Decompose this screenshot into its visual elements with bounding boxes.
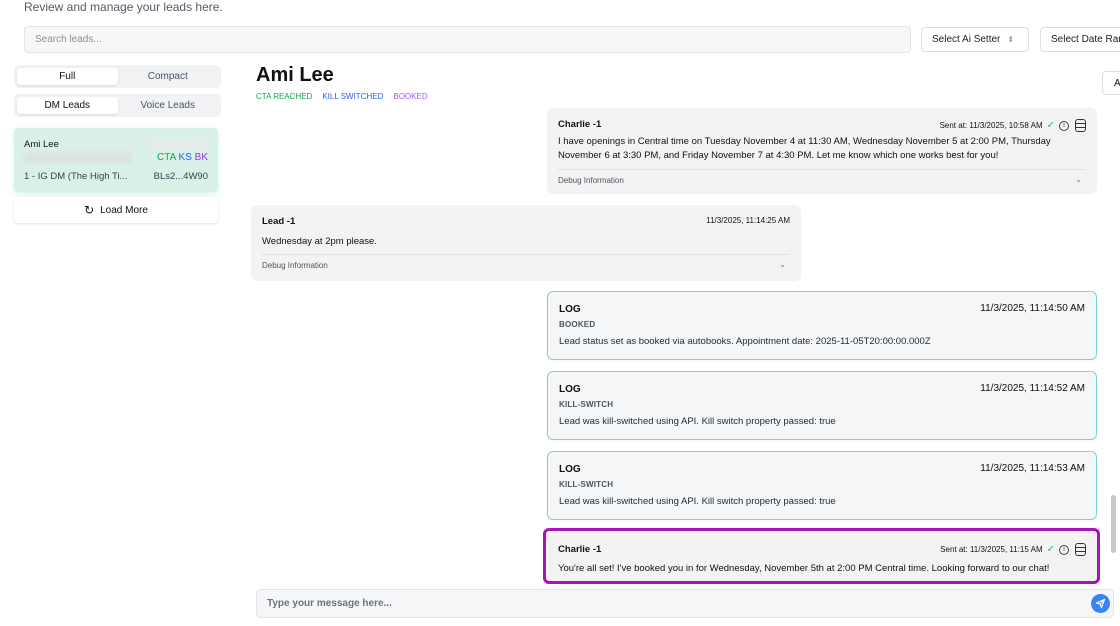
check-icon: ✓ <box>1046 544 1055 555</box>
log-text: Lead was kill-switched using API. Kill s… <box>559 496 836 507</box>
date-range-select[interactable]: Select Date Ran <box>1040 27 1120 52</box>
tag-bk: BK <box>194 152 208 163</box>
message-input[interactable] <box>256 589 1114 618</box>
log-title: LOG <box>559 384 581 395</box>
info-icon[interactable]: i <box>1059 544 1069 555</box>
lead-name: Ami Lee <box>24 139 59 150</box>
log-entry: LOG 11/3/2025, 11:14:50 AM BOOKED Lead s… <box>547 291 1097 360</box>
ai-setter-select-label: Select Ai Setter <box>932 34 1001 45</box>
log-timestamp: 11/3/2025, 11:14:53 AM <box>980 463 1085 474</box>
refresh-icon: ↻ <box>84 203 95 217</box>
lead-list-item[interactable]: Ami Lee CTA KS BK 1 - IG DM (The High Ti… <box>14 128 218 192</box>
send-button[interactable] <box>1091 594 1110 613</box>
debug-information-label: Debug Information <box>262 261 328 270</box>
message-meta: Sent at: 11/3/2025, 10:58 AM ✓ i <box>940 119 1086 132</box>
load-more-label: Load More <box>100 204 148 216</box>
info-icon[interactable]: i <box>1059 120 1069 131</box>
message-text: I have openings in Central time on Tuesd… <box>558 136 1051 161</box>
view-option-full[interactable]: Full <box>17 68 118 85</box>
tag-cta: CTA <box>157 152 176 163</box>
message-incoming: Lead -1 11/3/2025, 11:14:25 AM Wednesday… <box>251 205 801 281</box>
lead-type-dm[interactable]: DM Leads <box>17 97 118 114</box>
log-type: KILL-SWITCH <box>559 480 614 489</box>
status-tag-ks: KILL SWITCHED <box>322 92 384 101</box>
status-tag-bk: BOOKED <box>393 92 428 101</box>
status-tags: CTA REACHED KILL SWITCHED BOOKED <box>256 92 428 101</box>
log-type: BOOKED <box>559 320 596 329</box>
message-sender: Charlie -1 <box>558 544 602 555</box>
database-icon[interactable] <box>1075 119 1086 132</box>
log-title: LOG <box>559 464 581 475</box>
debug-information-toggle[interactable]: Debug Information ⌄ <box>262 254 790 270</box>
message-outgoing: Charlie -1 Sent at: 11/3/2025, 10:58 AM … <box>547 108 1097 194</box>
lead-id: BLs2...4W90 <box>153 171 208 182</box>
lead-source: 1 - IG DM (The High Ti... <box>24 171 128 182</box>
lead-tags: CTA KS BK <box>157 152 208 163</box>
message-sender: Lead -1 <box>262 216 296 227</box>
page-subtitle: Review and manage your leads here. <box>24 0 223 14</box>
chevron-down-icon: ⌄ <box>1075 175 1082 184</box>
conversation-action-label: A <box>1114 77 1120 89</box>
debug-information-toggle[interactable]: Debug Information ⌄ <box>558 169 1086 185</box>
status-tag-cta: CTA REACHED <box>256 92 313 101</box>
message-sender: Charlie -1 <box>558 119 602 130</box>
log-type: KILL-SWITCH <box>559 400 614 409</box>
chat-scrollbar[interactable] <box>1111 495 1116 553</box>
send-icon <box>1095 598 1106 609</box>
redacted-info <box>24 152 132 164</box>
conversation-action-button[interactable]: A <box>1102 71 1120 95</box>
ai-setter-select[interactable]: Select Ai Setter ⬍ <box>921 27 1029 52</box>
message-meta: 11/3/2025, 11:14:25 AM <box>706 216 790 225</box>
debug-information-label: Debug Information <box>558 176 624 185</box>
message-text: Wednesday at 2pm please. <box>262 236 377 247</box>
tag-ks: KS <box>178 152 192 163</box>
redacted-info <box>150 140 208 149</box>
message-timestamp: Sent at: 11/3/2025, 11:15 AM <box>940 545 1043 554</box>
message-meta: Sent at: 11/3/2025, 11:15 AM ✓ i <box>940 543 1086 556</box>
date-range-select-label: Select Date Ran <box>1051 34 1120 45</box>
message-text: You're all set! I've booked you in for W… <box>558 563 1050 574</box>
search-input[interactable] <box>24 26 911 53</box>
chevron-down-icon: ⌄ <box>779 260 786 269</box>
message-timestamp: 11/3/2025, 11:14:25 AM <box>706 216 790 225</box>
message-outgoing-highlighted: Charlie -1 Sent at: 11/3/2025, 11:15 AM … <box>543 528 1100 584</box>
log-title: LOG <box>559 304 581 315</box>
log-timestamp: 11/3/2025, 11:14:52 AM <box>980 383 1085 394</box>
sort-icon: ⬍ <box>1007 35 1015 44</box>
message-timestamp: Sent at: 11/3/2025, 10:58 AM <box>939 121 1043 130</box>
log-text: Lead status set as booked via autobooks.… <box>559 336 931 347</box>
view-option-compact[interactable]: Compact <box>118 68 219 85</box>
lead-type-voice[interactable]: Voice Leads <box>118 97 219 114</box>
log-entry: LOG 11/3/2025, 11:14:52 AM KILL-SWITCH L… <box>547 371 1097 440</box>
database-icon[interactable] <box>1075 543 1086 556</box>
lead-type-toggle: DM Leads Voice Leads <box>14 94 221 117</box>
log-text: Lead was kill-switched using API. Kill s… <box>559 416 836 427</box>
load-more-button[interactable]: ↻ Load More <box>14 197 218 223</box>
check-icon: ✓ <box>1046 120 1055 131</box>
view-toggle: Full Compact <box>14 65 221 88</box>
log-timestamp: 11/3/2025, 11:14:50 AM <box>980 303 1085 314</box>
contact-name: Ami Lee <box>256 64 334 86</box>
log-entry: LOG 11/3/2025, 11:14:53 AM KILL-SWITCH L… <box>547 451 1097 520</box>
